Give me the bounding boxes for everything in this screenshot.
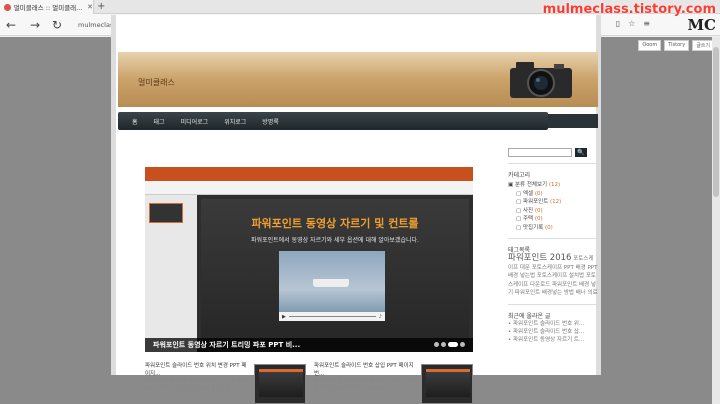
- search-button[interactable]: 🔍: [575, 148, 587, 157]
- slide-title: 파워포인트 동영상 자르기 및 컨트롤: [251, 217, 419, 230]
- slide-thumbnail: [149, 203, 183, 223]
- recent-heading: 최근에 올라온 글: [508, 312, 551, 320]
- powerpoint-toolbar: [145, 181, 473, 195]
- tag-link[interactable]: 파워포인트 2016: [508, 253, 571, 263]
- category-item[interactable]: ▢ 맛집기록 (0): [508, 224, 598, 233]
- browser-toolbar-icons: ▯ ☆ ≡: [616, 19, 650, 28]
- favorite-star-icon[interactable]: ☆: [628, 19, 635, 28]
- post-card[interactable]: 파워포인트 슬라이드 번호 위치 변경 PPT 페이지... 파워포인트 슬라이…: [145, 362, 250, 404]
- logo: MC: [687, 16, 716, 34]
- tab-close-icon[interactable]: ✕: [87, 3, 93, 11]
- post-card-excerpt: 파워포인트 슬라이드 번호 넣기 PPT 페이지 번호 설정하기 파포 쪽 바꾸…: [314, 378, 416, 391]
- post-card-thumbnail[interactable]: [254, 364, 306, 404]
- main-menu: 홈 태그 미디어로그 위치로그 방명록: [118, 112, 548, 130]
- post-card-title[interactable]: 파워포인트 슬라이드 번호 위치 변경 PPT 페이지...: [145, 362, 250, 378]
- blog-top-link[interactable]: Ooom: [638, 40, 662, 51]
- back-button[interactable]: ←: [6, 18, 16, 32]
- sidebar: 🔍 카테고리 ▣ 분류 전체보기 (12) ▢ 엑셀 (0) ▢ 파워포인트 (…: [508, 148, 598, 344]
- category-item[interactable]: ▢ 파워포인트 (12): [508, 198, 598, 207]
- category-item[interactable]: ▢ 주택 (0): [508, 215, 598, 224]
- featured-post[interactable]: 파워포인트 동영상 자르기 및 컨트롤 파워포인트에서 동영상 자르기와 세부 …: [145, 167, 473, 352]
- browser-tab[interactable]: 멀미클래스 :: 멀미클래... ✕: [0, 0, 94, 14]
- slide-preview: 파워포인트 동영상 자르기 및 컨트롤 파워포인트에서 동영상 자르기와 세부 …: [201, 199, 469, 349]
- menu-tail: [548, 114, 598, 128]
- slide-thumbnails: [145, 195, 197, 352]
- video-progress-bar[interactable]: [288, 316, 376, 317]
- slider-dot-active[interactable]: [448, 342, 458, 347]
- post-card-thumbnail[interactable]: [421, 364, 473, 404]
- post-caption-text: 파워포인트 동영상 자르기 트리밍 파포 PPT 비...: [153, 341, 301, 349]
- category-item[interactable]: ▣ 분류 전체보기 (12): [508, 181, 598, 190]
- slider-dot[interactable]: [434, 342, 439, 347]
- slider-dots[interactable]: [434, 342, 465, 347]
- post-card-title[interactable]: 파워포인트 슬라이드 번호 삽입 PPT 페이지 번...: [314, 362, 418, 378]
- scrollbar-thumb[interactable]: [713, 47, 719, 197]
- tag-cloud: 파워포인트 2016 포토스케이프 대문 포토스케이프 PPT 배경 PPT 배…: [508, 254, 598, 298]
- header-banner: 멀미클래스: [118, 52, 598, 107]
- category-item[interactable]: ▢ 엑셀 (0): [508, 190, 598, 199]
- post-card-excerpt: 파워포인트 슬라이드 번호 조절하기 PPT 쪽 번호 바꾸는 방법 이번시간에…: [145, 378, 247, 391]
- sidebar-search: 🔍: [508, 148, 598, 157]
- blog-top-link[interactable]: Tistory: [664, 40, 690, 51]
- divider: [508, 303, 598, 305]
- camera-icon: [510, 62, 572, 98]
- post-caption[interactable]: 파워포인트 동영상 자르기 트리밍 파포 PPT 비...: [145, 338, 473, 352]
- menu-item-locationlog[interactable]: 위치로그: [224, 117, 246, 126]
- powerpoint-ribbon: [145, 167, 473, 181]
- menu-item-home[interactable]: 홈: [132, 117, 138, 126]
- slider-dot[interactable]: [441, 342, 446, 347]
- recent-post-link[interactable]: • 파워포인트 슬라이드 번호 위...: [508, 320, 598, 328]
- post-card[interactable]: 파워포인트 슬라이드 번호 삽입 PPT 페이지 번... 파워포인트 슬라이드…: [314, 362, 418, 404]
- menu-item-medialog[interactable]: 미디어로그: [181, 117, 209, 126]
- video-player[interactable]: ▶ ♪: [279, 251, 385, 321]
- hub-icon[interactable]: ≡: [643, 19, 650, 28]
- forward-button[interactable]: →: [30, 18, 40, 32]
- blog-top-link[interactable]: 글쓰기: [692, 40, 714, 51]
- menu-item-guestbook[interactable]: 방명록: [262, 117, 279, 126]
- site-title[interactable]: 멀미클래스: [138, 77, 175, 88]
- recent-post-link[interactable]: • 파워포인트 동영상 자르기 트...: [508, 336, 598, 344]
- ship-image: [313, 279, 349, 287]
- volume-icon[interactable]: ♪: [379, 314, 382, 320]
- blog-top-links: Ooom Tistory 글쓰기: [638, 40, 714, 51]
- menu-item-tag[interactable]: 태그: [154, 117, 165, 126]
- video-controls[interactable]: ▶ ♪: [279, 312, 385, 321]
- tab-title: 멀미클래스 :: 멀미클래...: [13, 4, 83, 12]
- slide-subtitle: 파워포인트에서 동영상 자르기와 세부 옵션에 대해 알아보겠습니다.: [251, 237, 419, 244]
- play-icon[interactable]: ▶: [282, 314, 286, 320]
- search-input[interactable]: [508, 148, 572, 157]
- category-heading: 카테고리: [508, 172, 531, 179]
- reading-view-icon[interactable]: ▯: [616, 19, 620, 28]
- recent-posts: • 파워포인트 슬라이드 번호 위... • 파워포인트 슬라이드 번호 삽..…: [508, 320, 598, 344]
- recent-post-link[interactable]: • 파워포인트 슬라이드 번호 삽...: [508, 328, 598, 336]
- refresh-button[interactable]: ↻: [52, 18, 62, 32]
- divider: [508, 163, 598, 164]
- favicon-icon: [4, 3, 11, 11]
- divider: [508, 238, 598, 239]
- category-item[interactable]: ▢ 사진 (0): [508, 207, 598, 216]
- category-list: ▣ 분류 전체보기 (12) ▢ 엑셀 (0) ▢ 파워포인트 (12) ▢ 사…: [508, 181, 598, 232]
- slider-dot[interactable]: [460, 342, 465, 347]
- scrollbar[interactable]: [712, 37, 720, 404]
- search-icon: 🔍: [577, 149, 585, 156]
- new-tab-button[interactable]: +: [97, 1, 105, 12]
